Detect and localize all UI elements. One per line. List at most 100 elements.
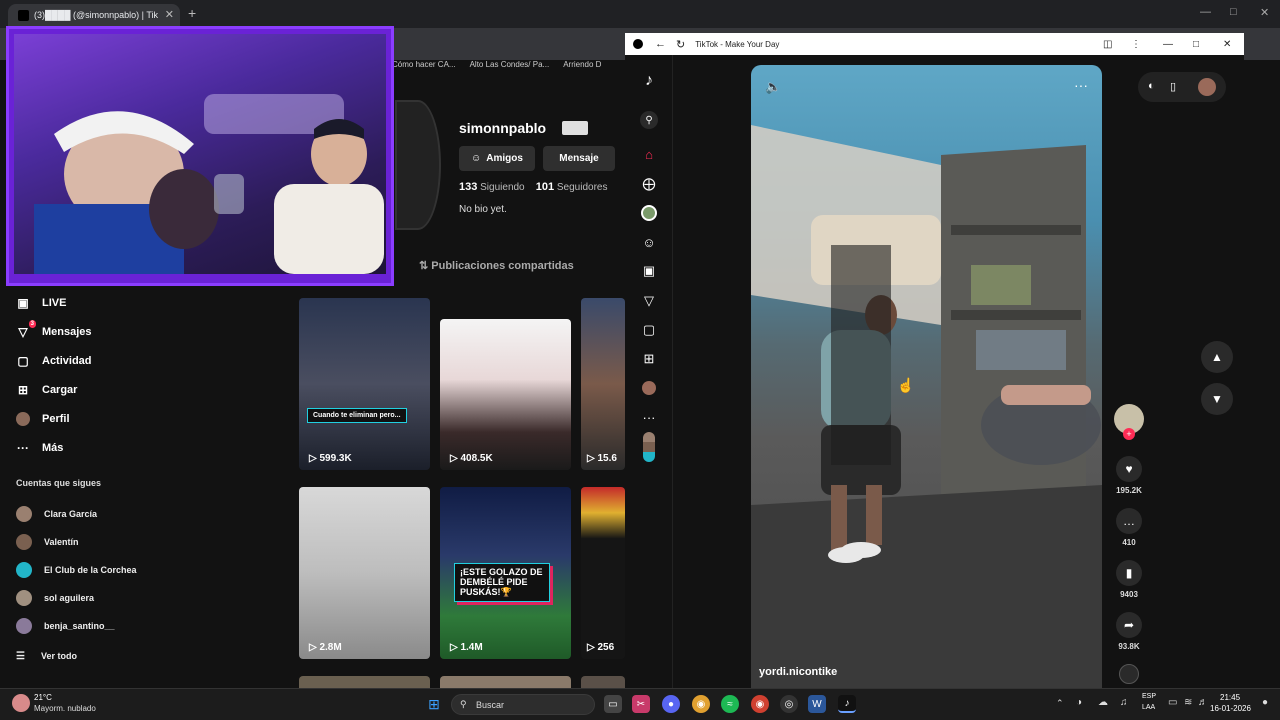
messages-icon[interactable]: ▽ (640, 292, 658, 310)
close-window-icon[interactable]: ✕ (1260, 6, 1269, 19)
video-thumbnail[interactable]: ¡ESTE GOLAZO DE DEMBÉLÉ PIDE PUSKÁS!🏆 ▷ … (440, 487, 571, 659)
obs-icon[interactable]: ◎ (780, 695, 798, 713)
keyboard-layout[interactable]: LAA (1142, 704, 1155, 711)
browser-tab[interactable]: (3)████ (@simonnpablo) | Tik ✕ (8, 4, 180, 28)
following-label[interactable]: Siguiendo (480, 182, 524, 193)
chrome-icon[interactable]: ◉ (692, 695, 710, 713)
task-view-icon[interactable]: ▭ (604, 695, 622, 713)
profile-avatar-icon[interactable] (640, 204, 658, 222)
live-icon[interactable]: ▣ (640, 262, 658, 280)
notifications-icon[interactable]: ● (1262, 697, 1268, 708)
upload-icon[interactable]: ⊞ (640, 350, 658, 368)
pip-icon[interactable]: ◐ (1148, 80, 1155, 92)
sidebar-item-live[interactable]: ▣ LIVE (0, 288, 290, 317)
see-all-link[interactable]: ☰ Ver todo (16, 642, 276, 670)
sidebar-item-messages[interactable]: ▽ 3 Mensajes (0, 317, 290, 346)
spotify-icon[interactable]: ≈ (721, 695, 739, 713)
snipping-tool-icon[interactable]: ✂ (632, 695, 650, 713)
bookmark[interactable]: Cómo hacer CA... (392, 60, 456, 74)
video-author[interactable]: yordi.nicontike (759, 666, 837, 678)
cursor-icon: ☝ (897, 377, 915, 393)
friends-button[interactable]: ☺ Amigos (459, 146, 535, 171)
video-player[interactable]: 🔈 ··· ☝ (751, 65, 1102, 688)
maximize-icon[interactable]: □ (1193, 39, 1199, 50)
music-disc-icon[interactable] (1113, 664, 1145, 684)
volume-icon[interactable]: ♬ (1198, 697, 1208, 708)
new-tab-button[interactable]: + (188, 5, 196, 21)
search-icon[interactable]: ⚲ (640, 111, 658, 129)
save-button[interactable]: ▮ 9403 (1113, 560, 1145, 599)
tab-close-icon[interactable]: ✕ (165, 8, 174, 21)
video-thumbnail[interactable]: ▷ 408.5K (440, 319, 571, 470)
reload-icon[interactable]: ↻ (676, 38, 685, 51)
language-indicator[interactable]: ESP (1142, 693, 1156, 700)
profile-icon[interactable] (640, 379, 658, 397)
tiktok-taskbar-icon[interactable]: ♪ (838, 695, 856, 713)
video-thumbnail[interactable] (440, 676, 571, 688)
minimize-icon[interactable]: — (1163, 39, 1173, 50)
tab-shared-posts[interactable]: ⇅ Publicaciones compartidas (419, 259, 574, 272)
profile-icon (16, 411, 30, 426)
bookmark[interactable]: Alto Las Condes/ Pa... (470, 60, 550, 74)
close-window-icon[interactable]: ✕ (1223, 39, 1231, 50)
extension-icon[interactable]: ◫ (1103, 39, 1112, 50)
message-button[interactable]: Mensaje (543, 146, 615, 171)
video-thumbnail[interactable]: ▷ 256 (581, 487, 625, 659)
wifi-icon[interactable]: ≋ (1184, 697, 1192, 708)
tray-chevron-icon[interactable]: ⌃ (1056, 698, 1064, 709)
list-item[interactable]: sol aguilera (16, 584, 276, 612)
list-item[interactable]: Valentín (16, 528, 276, 556)
maximize-icon[interactable]: □ (1230, 6, 1237, 18)
author-avatar[interactable]: + (1113, 404, 1145, 440)
sidebar-item-more[interactable]: ··· Más (0, 433, 290, 462)
video-thumbnail[interactable] (299, 676, 430, 688)
taskbar-search[interactable]: ⚲ Buscar (451, 694, 595, 715)
microphone-icon[interactable]: ♫ (1120, 697, 1128, 708)
explore-icon[interactable]: ⨁ (640, 175, 658, 193)
video-thumbnail[interactable] (581, 676, 625, 688)
like-button[interactable]: ♥ 195.2K (1113, 456, 1145, 495)
more-icon[interactable]: ··· (640, 408, 658, 426)
menu-dots-icon[interactable]: ⋮ (1131, 39, 1141, 50)
mute-icon[interactable]: 🔈 (765, 79, 781, 95)
video-thumbnail[interactable]: ▷ 15.6 (581, 298, 625, 470)
clock-time[interactable]: 21:45 (1220, 693, 1240, 702)
avatar[interactable] (1198, 78, 1216, 96)
list-item[interactable]: Clara García (16, 500, 276, 528)
discord-icon[interactable]: ● (662, 695, 680, 713)
list-item[interactable]: El Club de la Corchea (16, 556, 276, 584)
sidebar-item-activity[interactable]: ▢ Actividad (0, 346, 290, 375)
home-icon[interactable]: ⌂ (640, 145, 658, 163)
tiktok-logo-icon[interactable]: ♪ (640, 72, 658, 90)
tray-app-icon[interactable]: ◑ (1076, 697, 1082, 708)
video-thumbnail[interactable]: Cuando te eliminan pero... ▷ 599.3K (299, 298, 430, 470)
video-more-icon[interactable]: ··· (1074, 77, 1088, 93)
follow-plus-icon[interactable]: + (1123, 428, 1135, 440)
bookmark[interactable]: Arriendo D (563, 60, 601, 74)
share-button[interactable]: ➦ 93.8K (1113, 612, 1145, 651)
next-video-button[interactable]: ▼ (1201, 383, 1233, 415)
following-avatars-icon[interactable] (640, 432, 658, 462)
sidebar-item-profile[interactable]: Perfil (0, 404, 290, 433)
monitor-icon[interactable]: ▭ (1168, 697, 1177, 708)
comment-button[interactable]: … 410 (1113, 508, 1145, 547)
windows-start-icon[interactable]: ⊞ (425, 695, 443, 713)
list-item[interactable]: benja_santino__ (16, 612, 276, 640)
weather-icon[interactable] (12, 694, 30, 712)
chrome-profile-icon[interactable]: ◉ (751, 695, 769, 713)
previous-video-button[interactable]: ▲ (1201, 341, 1233, 373)
account-name: sol aguilera (44, 593, 95, 603)
profile-avatar[interactable] (395, 100, 441, 230)
activity-icon[interactable]: ▢ (640, 321, 658, 339)
top-controls: ◐ ▯ (1138, 72, 1226, 102)
video-thumbnail[interactable]: ▷ 2.8M (299, 487, 430, 659)
clock-date[interactable]: 16-01-2026 (1210, 704, 1251, 713)
back-icon[interactable]: ← (655, 38, 666, 50)
word-icon[interactable]: W (808, 695, 826, 713)
sidebar-item-upload[interactable]: ⊞ Cargar (0, 375, 290, 404)
friends-icon[interactable]: ☺ (640, 233, 658, 251)
onedrive-icon[interactable]: ☁ (1098, 697, 1108, 708)
device-icon[interactable]: ▯ (1170, 80, 1176, 93)
followers-label[interactable]: Seguidores (557, 182, 608, 193)
minimize-icon[interactable]: — (1200, 6, 1211, 18)
